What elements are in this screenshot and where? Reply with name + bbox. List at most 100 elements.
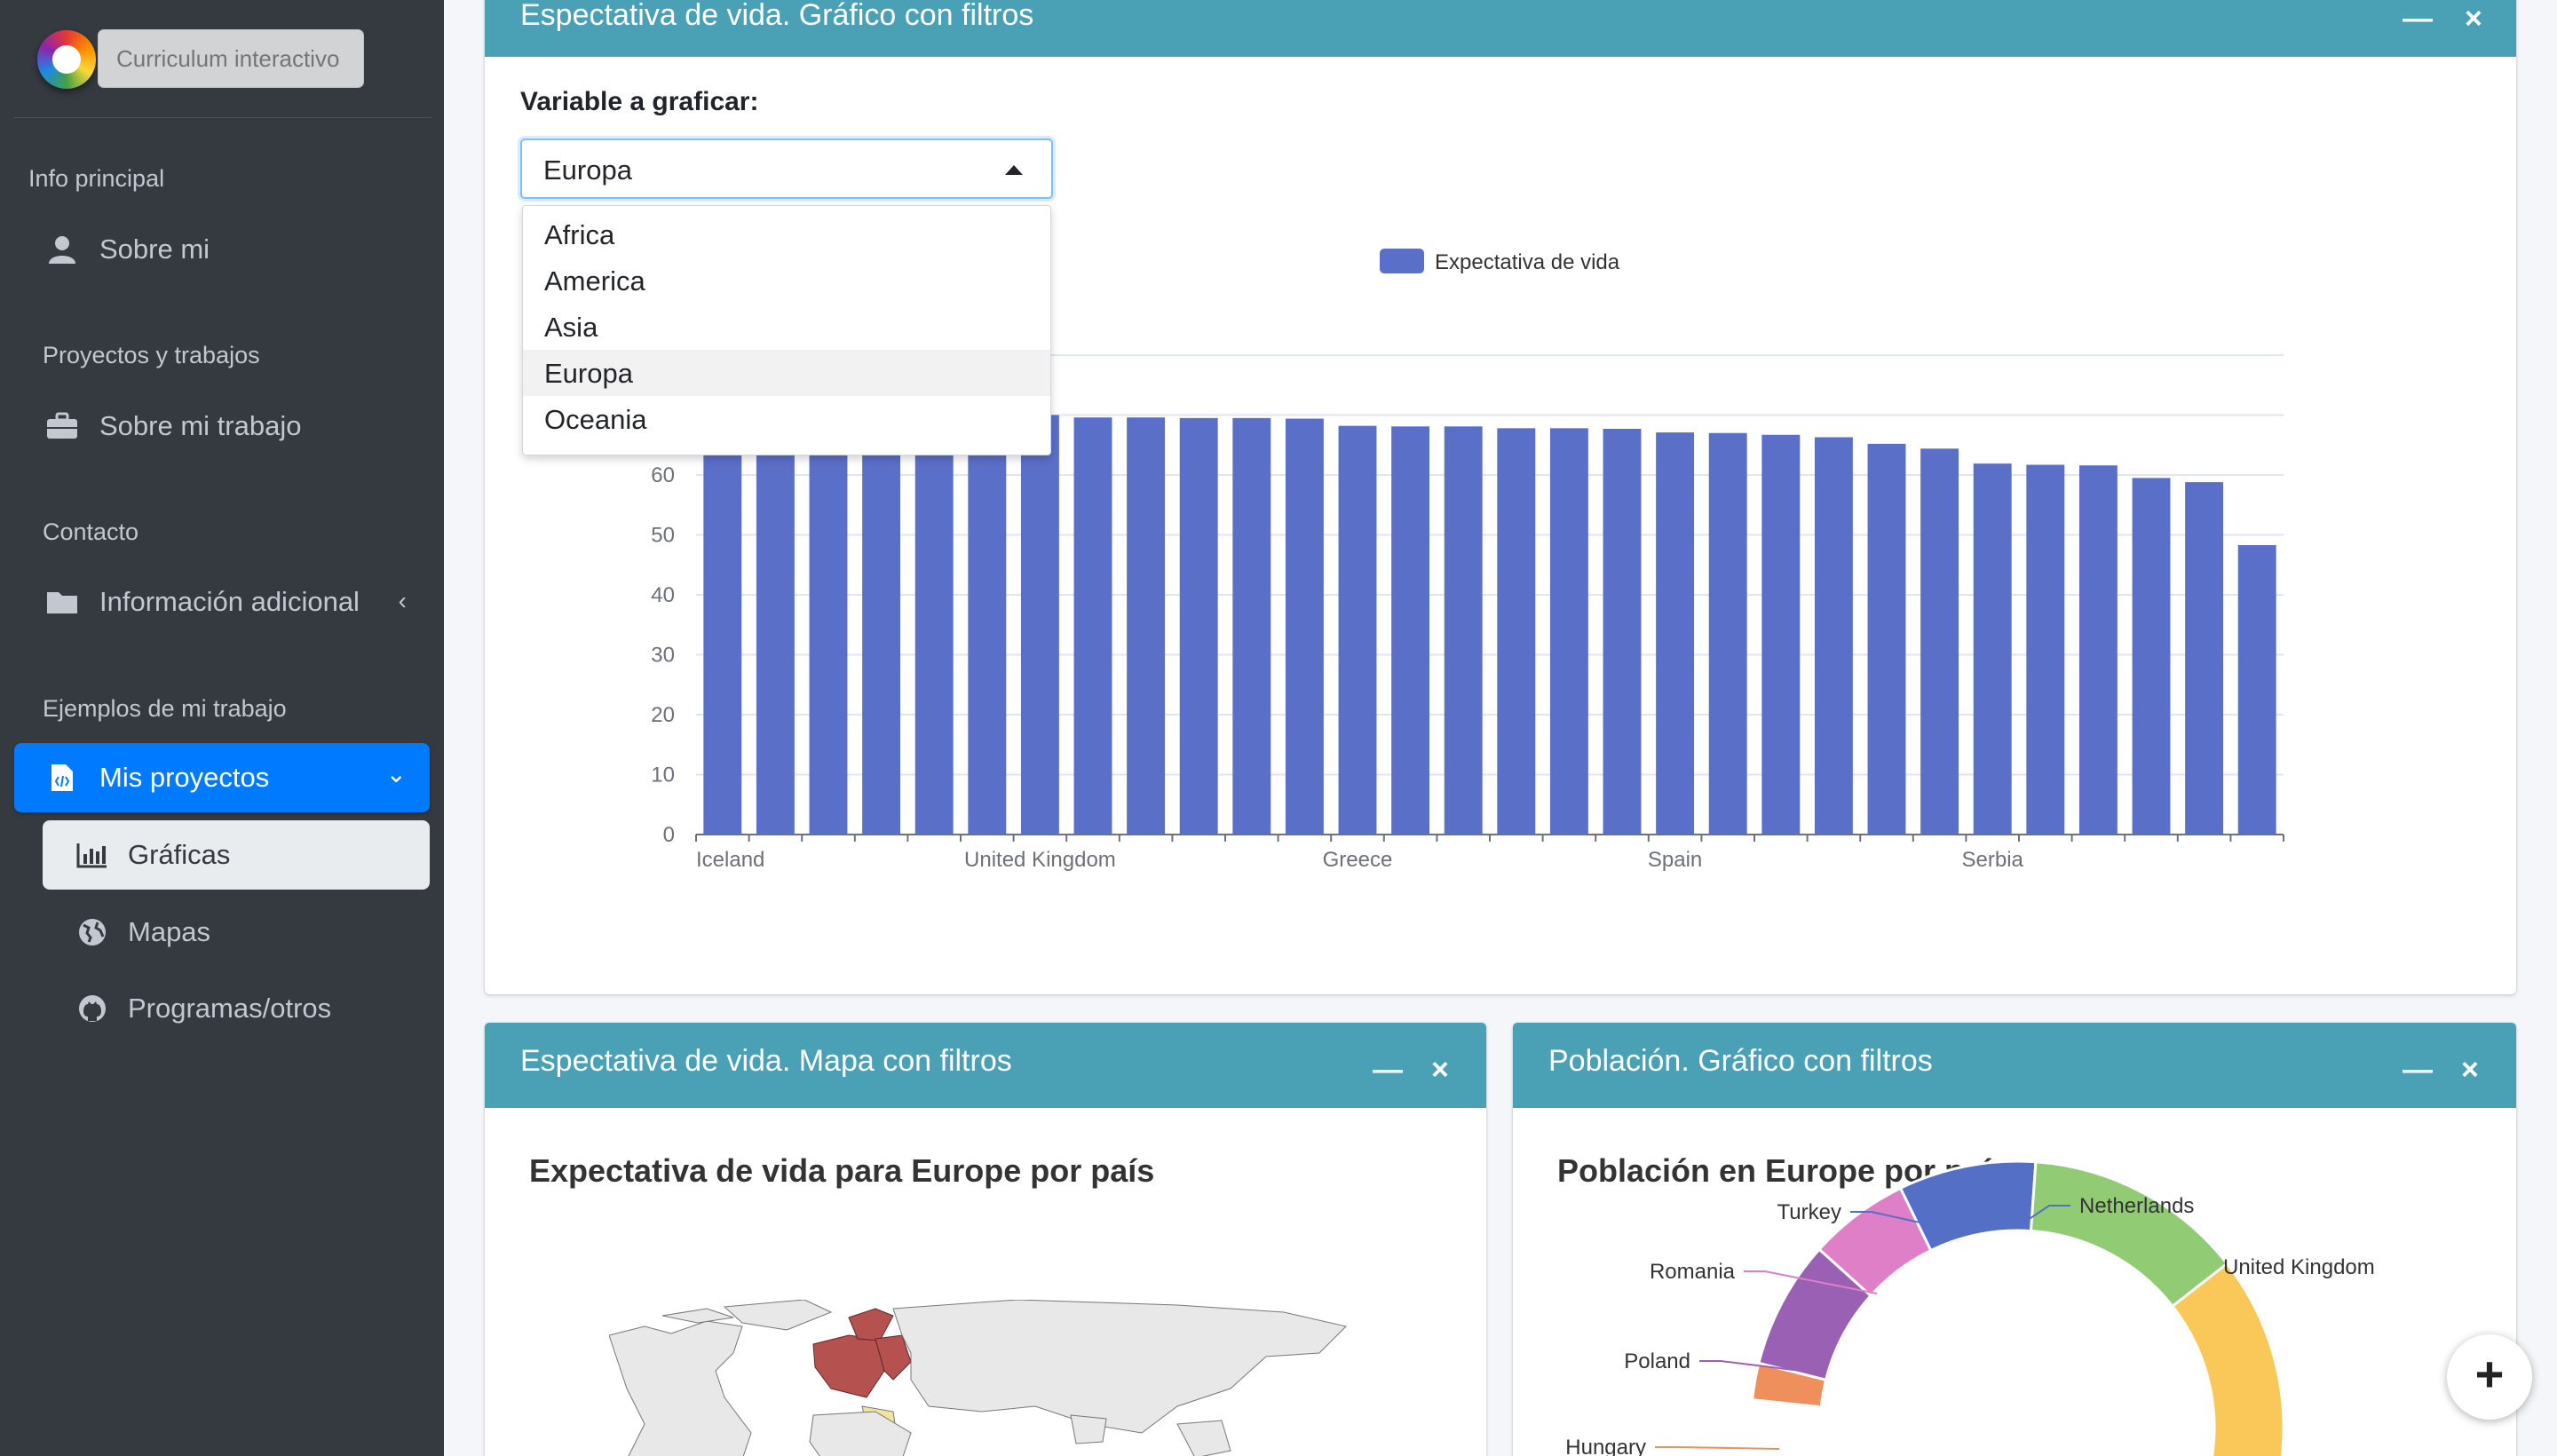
- option-africa[interactable]: Africa: [523, 211, 1050, 257]
- y-tick-label: 50: [651, 524, 675, 548]
- bar: [756, 411, 795, 835]
- bar: [1391, 426, 1430, 835]
- sidebar-item-label: Gráficas: [128, 839, 231, 870]
- bar: [862, 412, 901, 835]
- donut-label: Netherlands: [2079, 1194, 2194, 1218]
- x-tick-label: United Kingdom: [964, 848, 1116, 872]
- region-select[interactable]: Europa: [520, 138, 1053, 199]
- bar: [1232, 417, 1271, 835]
- bar: [2026, 464, 2065, 835]
- nav-header-info: Info principal: [28, 165, 165, 192]
- donut-label: Hungary: [1565, 1436, 1646, 1456]
- y-tick-label: 0: [663, 823, 675, 847]
- x-tick-label: Iceland: [696, 848, 764, 872]
- y-tick-label: 40: [651, 583, 675, 607]
- population-donut-chart: Turkey Netherlands United Kingdom Romania Po…: [1565, 1159, 2375, 1456]
- sidebar-item-label: Mapas: [128, 916, 211, 947]
- chevron-left-icon: ‹: [398, 587, 407, 614]
- bar: [1285, 418, 1324, 835]
- y-tick-label: 10: [651, 764, 675, 787]
- bar: [703, 409, 742, 835]
- bar: [1920, 448, 1959, 835]
- bar: [1656, 432, 1695, 835]
- bar: [1708, 432, 1747, 835]
- bar: [1179, 417, 1218, 835]
- bar: [1814, 437, 1853, 835]
- minimize-button[interactable]: —: [1373, 1055, 1403, 1085]
- bar: [1867, 443, 1906, 835]
- bar: [1073, 417, 1112, 835]
- y-tick-label: 30: [651, 644, 675, 668]
- sidebar-item-label: Información adicional: [99, 586, 360, 617]
- bar: [1338, 425, 1377, 835]
- y-tick-label: 20: [651, 703, 675, 727]
- select-value: Europa: [543, 154, 632, 186]
- sidebar: Info principal Sobre mi Proyectos y trab…: [0, 0, 444, 1456]
- add-button[interactable]: +: [2447, 1334, 2532, 1420]
- file-code-icon: [51, 764, 73, 791]
- bar: [1549, 428, 1588, 835]
- donut-label: Poland: [1624, 1349, 1690, 1373]
- x-tick-label: Spain: [1648, 848, 1702, 872]
- donut-label: Romania: [1650, 1260, 1736, 1284]
- option-oceania[interactable]: Oceania: [523, 396, 1050, 442]
- option-europa[interactable]: Europa: [523, 350, 1050, 396]
- sidebar-item-programas[interactable]: Programas/otros: [43, 974, 430, 1043]
- github-icon: [79, 995, 106, 1022]
- sidebar-item-sobre-mi[interactable]: Sobre mi: [14, 215, 430, 284]
- option-asia[interactable]: Asia: [523, 304, 1050, 350]
- folder-icon: [47, 592, 77, 613]
- user-icon: [49, 236, 75, 264]
- globe-icon: [79, 919, 106, 946]
- nav-header-contacto: Contacto: [43, 518, 139, 545]
- donut-label: United Kingdom: [2223, 1255, 2375, 1279]
- donut-label: Turkey: [1777, 1200, 1841, 1224]
- bar: [2185, 482, 2224, 835]
- sidebar-item-mapas[interactable]: Mapas: [43, 898, 430, 967]
- brand-title-input[interactable]: [98, 29, 364, 88]
- bar: [1497, 428, 1536, 835]
- bar: [1444, 426, 1483, 835]
- sidebar-item-label: Mis proyectos: [99, 762, 270, 793]
- brand-logo[interactable]: [37, 30, 96, 89]
- world-map[interactable]: [609, 1300, 1373, 1456]
- x-tick-label: Greece: [1323, 848, 1393, 872]
- bar: [1127, 417, 1166, 835]
- sidebar-item-informacion-adicional[interactable]: Información adicional ‹: [14, 567, 430, 637]
- option-america[interactable]: America: [523, 257, 1050, 304]
- sidebar-item-label: Sobre mi trabajo: [99, 410, 302, 441]
- donut-label-line: [1655, 1446, 1780, 1450]
- bar: [1020, 415, 1059, 835]
- sidebar-divider: [14, 117, 431, 118]
- donut-slice: [2170, 1262, 2285, 1456]
- sidebar-item-sobre-mi-trabajo[interactable]: Sobre mi trabajo: [14, 392, 430, 461]
- donut-slice: [2029, 1160, 2229, 1309]
- brand: [0, 0, 444, 115]
- bar: [2132, 478, 2171, 835]
- bar: [1603, 429, 1642, 835]
- caret-up-icon: [1005, 165, 1023, 175]
- legend-swatch: [1380, 249, 1424, 273]
- sidebar-item-label: Programas/otros: [128, 993, 332, 1024]
- nav-header-ejemplos: Ejemplos de mi trabajo: [43, 695, 287, 722]
- map-chart-title: Expectativa de vida para Europe por país: [529, 1152, 1155, 1189]
- x-tick-label: Serbia: [1962, 848, 2024, 872]
- region-dropdown: Africa America Asia Europa Oceania: [522, 205, 1051, 455]
- population-chart-card: Población. Gráfico con filtros — × Pobla…: [1513, 1023, 2516, 1456]
- bar: [1761, 434, 1801, 835]
- sidebar-item-graficas[interactable]: Gráficas: [43, 820, 430, 890]
- bar: [809, 411, 848, 835]
- bar: [914, 413, 954, 835]
- bar: [2078, 465, 2118, 835]
- bar: [968, 414, 1007, 835]
- card-header: Espectativa de vida. Mapa con filtros — …: [485, 1023, 1486, 1108]
- nav-header-proyectos: Proyectos y trabajos: [43, 342, 260, 368]
- y-tick-label: 60: [651, 463, 675, 487]
- sidebar-item-mis-proyectos[interactable]: Mis proyectos ⌄: [14, 743, 430, 812]
- life-expectancy-chart-card: Espectativa de vida. Gráfico con filtros…: [485, 0, 2516, 994]
- close-button[interactable]: ×: [1431, 1055, 1449, 1085]
- bar: [1973, 463, 2012, 835]
- legend-label: Expectativa de vida: [1435, 250, 1620, 274]
- bar: [2237, 544, 2276, 835]
- bar-chart-icon: [76, 843, 107, 868]
